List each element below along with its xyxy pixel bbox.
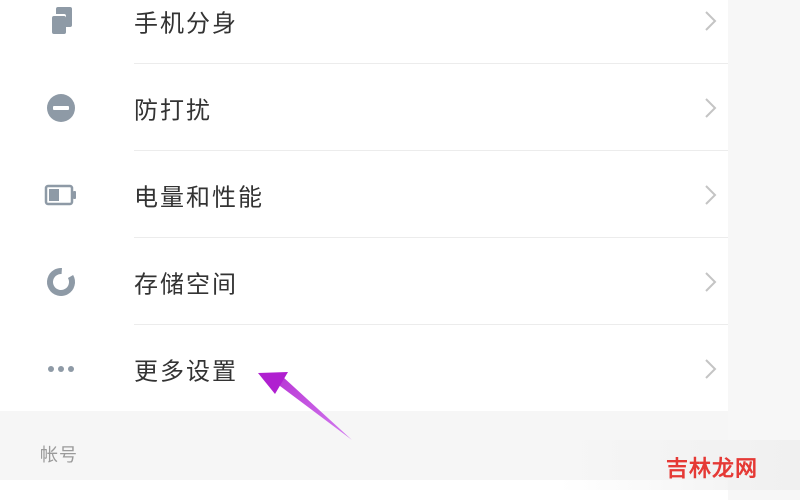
row-divider <box>134 150 728 151</box>
row-divider <box>134 63 728 64</box>
more-dots-icon <box>48 366 74 372</box>
settings-item-label: 防打扰 <box>134 96 212 125</box>
settings-item-phone-clone[interactable]: 手机分身 <box>0 0 728 64</box>
settings-item-label: 更多设置 <box>134 357 238 386</box>
watermark-text: 吉林龙网 <box>666 457 759 482</box>
settings-panel: 手机分身 防打扰 电量和性能 存储空间 更多设置 帐号 <box>0 0 728 500</box>
chevron-right-icon <box>705 98 717 118</box>
settings-item-battery[interactable]: 电量和性能 <box>0 152 728 238</box>
chevron-right-icon <box>705 359 717 379</box>
chevron-right-icon <box>705 272 717 292</box>
storage-icon <box>47 268 75 296</box>
do-not-disturb-icon <box>47 94 75 122</box>
section-header-account: 帐号 <box>40 445 78 466</box>
battery-icon <box>44 184 76 206</box>
settings-item-label: 存储空间 <box>134 270 238 299</box>
phone-clone-icon <box>50 7 72 34</box>
settings-item-storage[interactable]: 存储空间 <box>0 239 728 325</box>
chevron-right-icon <box>705 11 717 31</box>
settings-item-label: 电量和性能 <box>134 183 264 212</box>
settings-item-do-not-disturb[interactable]: 防打扰 <box>0 65 728 151</box>
settings-item-label: 手机分身 <box>134 9 238 38</box>
chevron-right-icon <box>705 185 717 205</box>
settings-item-more-settings[interactable]: 更多设置 <box>0 326 728 412</box>
screen-edge <box>728 0 800 500</box>
row-divider <box>134 237 728 238</box>
row-divider <box>134 324 728 325</box>
